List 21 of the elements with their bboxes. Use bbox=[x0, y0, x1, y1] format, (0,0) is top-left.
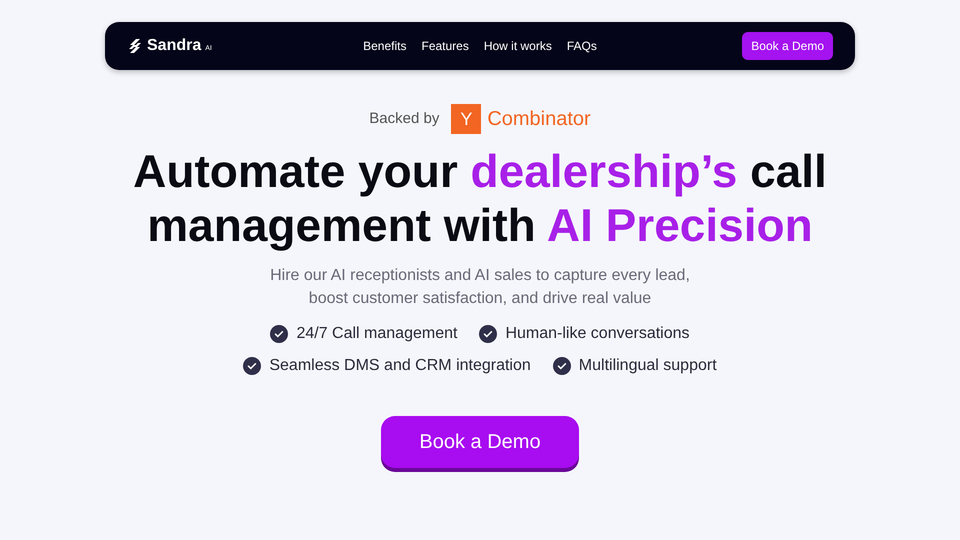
nav-link[interactable]: FAQs bbox=[566, 37, 597, 55]
headline: Automate your dealership’s call management with AI Precision bbox=[133, 144, 827, 252]
check-icon bbox=[243, 357, 262, 375]
yc-name: Combinator bbox=[487, 107, 591, 132]
nav-link[interactable]: Benefits bbox=[363, 37, 406, 55]
feature-label: Multilingual support bbox=[578, 356, 717, 376]
nav-link[interactable]: How it works bbox=[484, 37, 552, 55]
yc-logo-badge: Y bbox=[451, 104, 482, 134]
check-icon bbox=[270, 325, 288, 343]
logo-icon bbox=[127, 38, 143, 54]
book-demo-button[interactable]: Book a Demo bbox=[381, 416, 579, 468]
nav-link[interactable]: Features bbox=[421, 37, 469, 55]
check-icon bbox=[479, 325, 498, 343]
logo-text: Sandra bbox=[147, 36, 202, 56]
check-icon bbox=[552, 357, 571, 375]
backed-by-label: Backed by bbox=[369, 108, 440, 129]
book-demo-button[interactable]: Book a Demo bbox=[742, 32, 833, 60]
subtitle: Hire our AI receptionists and AI sales to capture every lead, boost customer satisfaction, and drive real value bbox=[270, 266, 690, 309]
feature-label: Seamless DMS and CRM integration bbox=[269, 356, 531, 376]
feature-label: Human-like conversations bbox=[505, 324, 690, 344]
feature-label: 24/7 Call management bbox=[296, 324, 458, 344]
